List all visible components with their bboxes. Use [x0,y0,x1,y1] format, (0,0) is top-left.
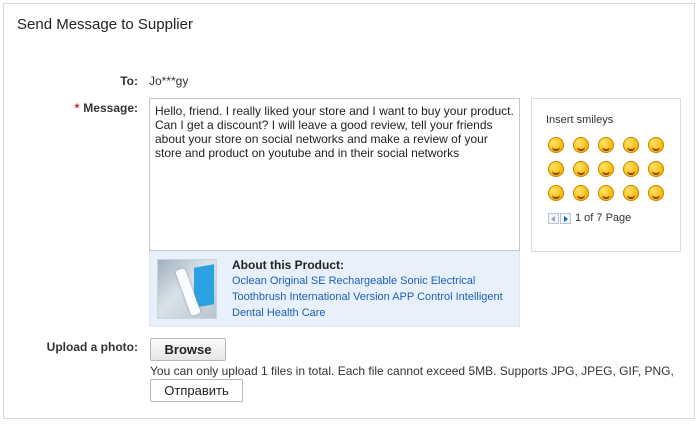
smiley-4-icon[interactable] [623,137,639,153]
smiley-6-icon[interactable] [548,161,564,177]
smiley-7-icon[interactable] [573,161,589,177]
prev-page-button[interactable] [548,212,559,224]
product-thumbnail[interactable] [157,259,217,319]
smiley-11-icon[interactable] [548,185,564,201]
smileys-panel: Insert smileys 1 of 7 Page [531,98,681,252]
message-textarea[interactable]: Hello, friend. I really liked your store… [149,98,520,251]
message-label-text: Message: [83,101,138,115]
smiley-10-icon[interactable] [648,161,664,177]
smiley-13-icon[interactable] [598,185,614,201]
browse-button[interactable]: Browse [150,338,226,361]
smiley-15-icon[interactable] [648,185,664,201]
smiley-5-icon[interactable] [648,137,664,153]
pager-text: 1 of 7 Page [575,212,632,225]
smileys-header: Insert smileys [546,114,614,126]
smiley-12-icon[interactable] [573,185,589,201]
smiley-14-icon[interactable] [623,185,639,201]
dialog-title: Send Message to Supplier [17,16,193,33]
upload-label: Upload a photo: [46,340,138,354]
product-link[interactable]: Oclean Original SE Rechargeable Sonic El… [232,273,517,321]
smiley-9-icon[interactable] [623,161,639,177]
to-label: To: [120,74,138,88]
smileys-pager: 1 of 7 Page [548,212,631,224]
next-page-button[interactable] [560,212,571,224]
message-label: * Message: [60,101,138,115]
recipient-name: Jo***gy [149,74,189,88]
submit-button[interactable]: Отправить [150,379,243,402]
product-info-panel: About this Product: Oclean Original SE R… [149,251,520,327]
smiley-3-icon[interactable] [598,137,614,153]
smiley-1-icon[interactable] [548,137,564,153]
about-product-label: About this Product: [232,258,344,272]
smiley-8-icon[interactable] [598,161,614,177]
required-asterisk: * [74,101,80,115]
smiley-2-icon[interactable] [573,137,589,153]
